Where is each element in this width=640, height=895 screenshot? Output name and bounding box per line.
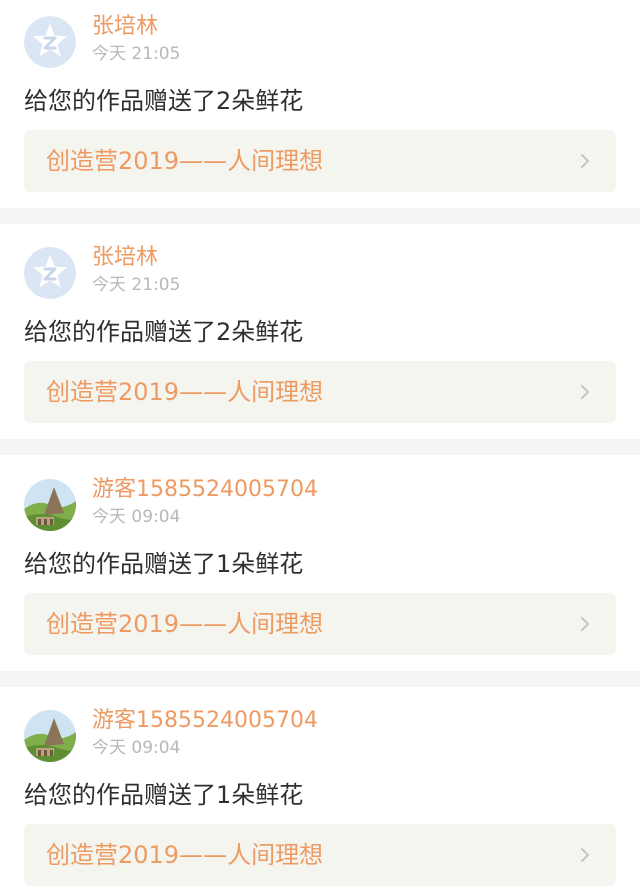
chevron-right-icon — [581, 848, 589, 862]
username[interactable]: 张培林 — [92, 12, 158, 42]
notification-card: 游客1585524005704 今天 09:04 给您的作品赠送了1朵鲜花 创造… — [0, 463, 640, 671]
chevron-right-icon — [581, 617, 589, 631]
qq-star-avatar-icon — [24, 16, 76, 68]
work-title: 创造营2019——人间理想 — [46, 610, 324, 638]
chevron-right-icon — [581, 385, 589, 399]
notification-card: 游客1585524005704 今天 09:04 给您的作品赠送了1朵鲜花 创造… — [0, 694, 640, 895]
chevron-right-icon — [581, 154, 589, 168]
card-separator — [0, 208, 640, 224]
timestamp: 今天 09:04 — [92, 507, 181, 527]
work-title: 创造营2019——人间理想 — [46, 841, 324, 869]
qq-star-avatar-icon — [24, 247, 76, 299]
gift-message: 给您的作品赠送了1朵鲜花 — [24, 781, 304, 809]
user-avatar[interactable] — [24, 247, 76, 299]
timestamp: 今天 09:04 — [92, 738, 181, 758]
work-link-card[interactable]: 创造营2019——人间理想 — [24, 593, 616, 655]
work-title: 创造营2019——人间理想 — [46, 147, 324, 175]
work-link-card[interactable]: 创造营2019——人间理想 — [24, 361, 616, 423]
landscape-photo-avatar-icon — [24, 479, 76, 531]
username[interactable]: 张培林 — [92, 243, 158, 273]
user-avatar[interactable] — [24, 16, 76, 68]
user-avatar[interactable] — [24, 479, 76, 531]
gift-message: 给您的作品赠送了1朵鲜花 — [24, 550, 304, 578]
user-avatar[interactable] — [24, 710, 76, 762]
card-separator — [0, 439, 640, 455]
timestamp: 今天 21:05 — [92, 44, 181, 64]
work-link-card[interactable]: 创造营2019——人间理想 — [24, 130, 616, 192]
notification-card: 张培林 今天 21:05 给您的作品赠送了2朵鲜花 创造营2019——人间理想 — [0, 231, 640, 439]
card-separator — [0, 671, 640, 687]
landscape-photo-avatar-icon — [24, 710, 76, 762]
notification-card: 张培林 今天 21:05 给您的作品赠送了2朵鲜花 创造营2019——人间理想 — [0, 0, 640, 208]
username[interactable]: 游客1585524005704 — [92, 706, 318, 736]
gift-notification-feed: 张培林 今天 21:05 给您的作品赠送了2朵鲜花 创造营2019——人间理想 … — [0, 0, 640, 895]
work-title: 创造营2019——人间理想 — [46, 378, 324, 406]
work-link-card[interactable]: 创造营2019——人间理想 — [24, 824, 616, 886]
gift-message: 给您的作品赠送了2朵鲜花 — [24, 318, 304, 346]
gift-message: 给您的作品赠送了2朵鲜花 — [24, 87, 304, 115]
username[interactable]: 游客1585524005704 — [92, 475, 318, 505]
timestamp: 今天 21:05 — [92, 275, 181, 295]
